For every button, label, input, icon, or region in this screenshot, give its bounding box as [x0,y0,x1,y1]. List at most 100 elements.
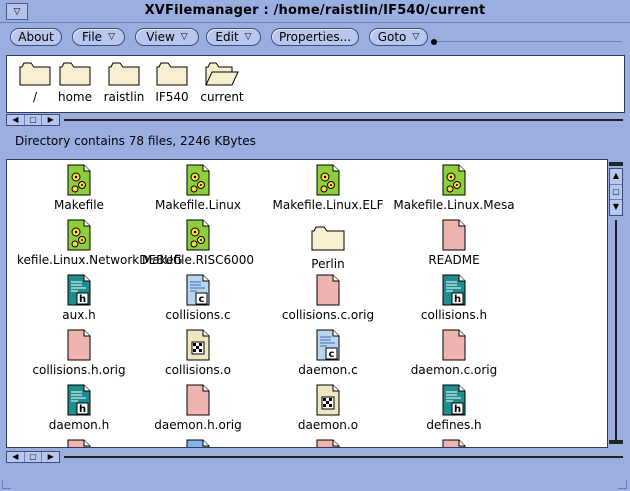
header-file-icon: h [392,384,516,416]
folder-icon [19,62,51,86]
file-name: Makefile [54,198,104,212]
drag-handle[interactable] [431,39,437,45]
gear-document-icon [136,164,260,196]
file-name: defines.h [426,418,482,432]
file-name: kefile.Linux.NetworkDEBUG [17,253,183,267]
file-item[interactable]: Makefile.RISC6000 [136,219,260,267]
file-item[interactable]: h collisions.h [392,274,516,322]
gear-document-icon [136,219,260,251]
file-item[interactable] [266,439,390,447]
title-bar: ▽ XVFilemanager : /home/raistlin/IF540/c… [0,0,630,23]
file-item[interactable]: Perlin [266,225,390,271]
file-item[interactable]: daemon.c.orig [392,329,516,377]
scroll-elevator[interactable]: ◀ ▢ ▶ [6,114,60,126]
folder-icon [266,225,390,251]
file-name: collisions.c.orig [281,308,375,322]
scroll-down-icon: ▼ [612,202,620,212]
file-name: daemon.h.orig [154,418,242,432]
scroll-elevator[interactable]: ▲ ▢ ▼ [609,168,623,216]
file-item[interactable]: kefile.Linux.NetworkDEBUG [17,219,183,267]
file-vertical-scrollbar[interactable]: ▲ ▢ ▼ [609,162,623,444]
svg-text:h: h [79,294,86,305]
about-button[interactable]: About [10,28,62,46]
file-item[interactable]: Makefile.Linux.Mesa [392,164,516,212]
file-item[interactable]: daemon.o [266,384,390,432]
properties-button[interactable]: Properties... [271,28,359,46]
scroll-drag-icon: ▢ [25,452,43,462]
folder-icon [108,62,140,86]
file-item[interactable]: Makefile.Linux [136,164,260,212]
menu-bar: About File ▽ View ▽ Edit ▽ Properties... Go… [0,22,630,52]
file-item[interactable] [392,439,516,447]
file-item[interactable]: c daemon.c [266,329,390,377]
file-item[interactable]: c collisions.c [136,274,260,322]
scroll-right-icon: ▶ [47,452,54,461]
menu-triangle-icon: ▽ [108,32,115,42]
file-item[interactable]: README [392,219,516,267]
folder-icon [59,62,91,86]
file-item[interactable] [136,439,260,447]
resize-handle[interactable] [618,480,627,489]
file-name: collisions.h.orig [32,363,126,377]
scroll-cap [609,440,623,444]
path-horizontal-scrollbar[interactable]: ◀ ▢ ▶ [6,114,623,126]
document-icon [136,384,260,416]
scroll-up-icon: ▲ [610,169,622,185]
menu-triangle-icon: ▽ [412,32,420,42]
open-folder-icon [205,62,239,86]
gear-document-icon [17,164,141,196]
file-name: collisions.h [420,308,488,322]
object-file-icon [266,384,390,416]
scroll-elevator[interactable]: ◀ ▢ ▶ [6,451,60,463]
document-icon [392,439,516,447]
c-source-icon: c [136,274,260,306]
file-name: collisions.o [165,363,231,377]
file-item[interactable]: daemon.h.orig [136,384,260,432]
edit-menu-button[interactable]: Edit ▽ [206,28,261,46]
file-name: Makefile.Linux.Mesa [393,198,515,212]
file-list-pane: Makefile Makefile.Linux Makefile.Linux.ELF… [6,159,608,448]
file-item[interactable]: collisions.h.orig [17,329,141,377]
scroll-track [64,119,623,121]
file-item[interactable]: h daemon.h [17,384,141,432]
file-menu-button[interactable]: File ▽ [72,28,125,46]
document-icon [266,439,390,447]
svg-text:h: h [79,404,86,415]
gear-document-icon [392,164,516,196]
scroll-drag-icon: ▢ [610,185,622,201]
file-item[interactable]: Makefile.Linux.ELF [266,164,390,212]
document-icon [17,439,141,447]
file-item[interactable]: collisions.o [136,329,260,377]
file-name: Perlin [311,257,345,271]
file-name: daemon.c [298,363,358,377]
path-crumb-home[interactable]: home [50,62,100,104]
gear-document-icon [17,219,141,251]
header-file-icon: h [392,274,516,306]
svg-text:h: h [454,404,461,415]
file-name: Makefile.Linux.ELF [272,198,384,212]
path-crumb-raistlin[interactable]: raistlin [99,62,149,104]
divider [437,41,622,42]
goto-menu-button[interactable]: Goto ▽ [369,28,428,46]
scroll-track [615,220,617,440]
scroll-drag-icon: ▢ [25,115,43,125]
scroll-cap [609,162,623,166]
file-item[interactable]: h defines.h [392,384,516,432]
path-pane: / home raistlin IF540 current [6,55,625,113]
file-item[interactable]: h aux.h [17,274,141,322]
file-name: aux.h [62,308,96,322]
path-crumb-current[interactable]: current [197,62,247,104]
file-item[interactable] [17,439,141,447]
svg-text:c: c [199,294,205,305]
svg-text:h: h [454,294,461,305]
file-horizontal-scrollbar[interactable]: ◀ ▢ ▶ [6,451,623,463]
view-menu-button[interactable]: View ▽ [135,28,199,46]
gear-document-icon [266,164,390,196]
file-item[interactable]: collisions.c.orig [266,274,390,322]
scroll-left-icon: ◀ [7,115,25,125]
path-crumb-if540[interactable]: IF540 [147,62,197,104]
resize-handle[interactable] [2,480,11,489]
file-name: Makefile.Linux [154,198,242,212]
file-item[interactable]: Makefile [17,164,141,212]
window-title: XVFilemanager : /home/raistlin/IF540/cur… [144,3,486,18]
